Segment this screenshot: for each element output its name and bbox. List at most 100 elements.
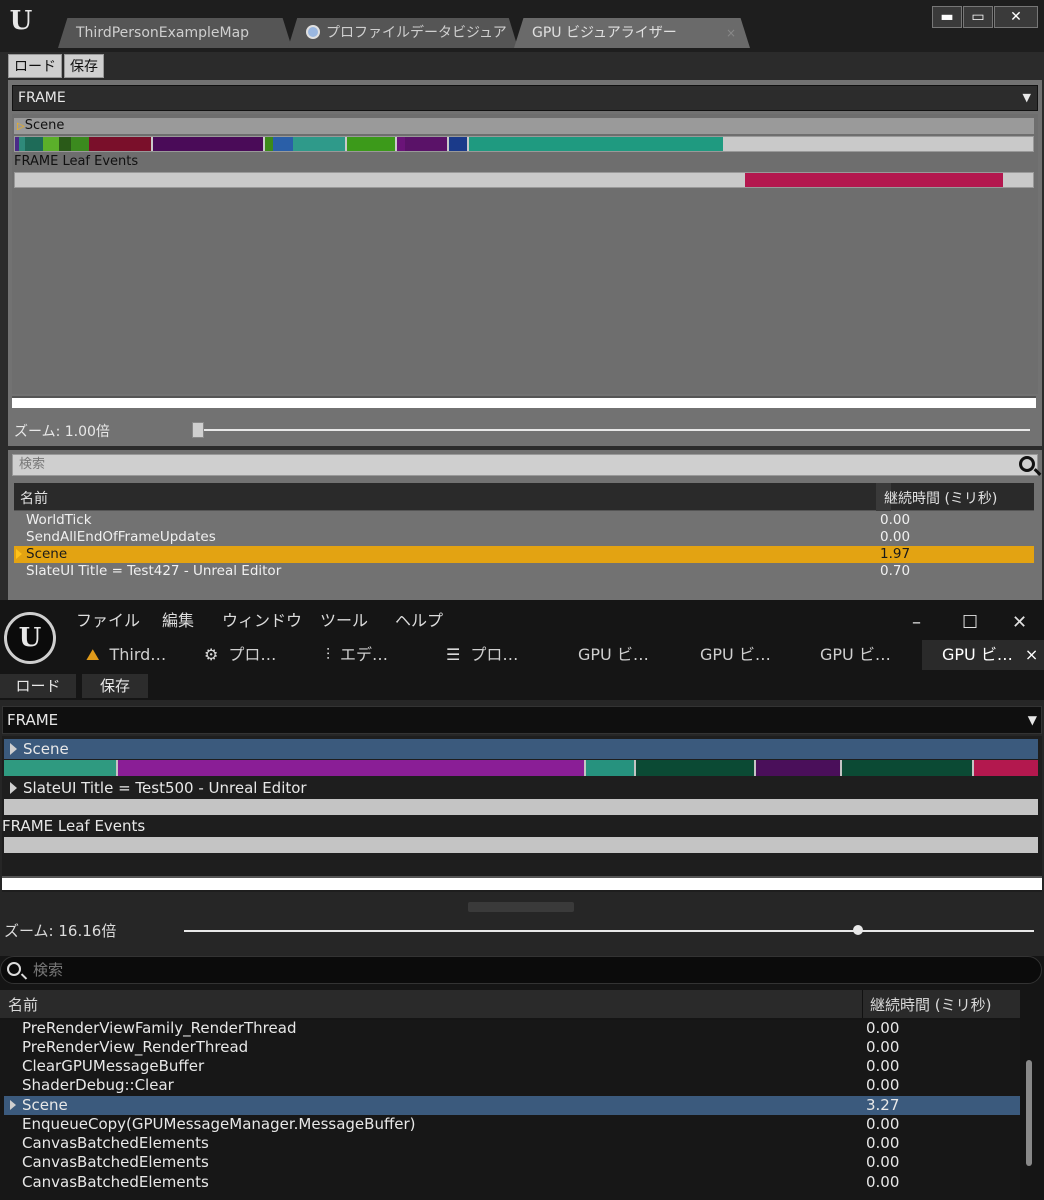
frame-combo-value: FRAME [7, 711, 59, 729]
event-segment[interactable] [449, 137, 467, 151]
close-button[interactable]: ✕ [994, 6, 1038, 28]
list-scrollbar[interactable] [1026, 1060, 1032, 1166]
menu-edit[interactable]: 編集 [162, 607, 194, 631]
load-button[interactable]: ロード [8, 54, 62, 78]
graph-scrollbar[interactable] [12, 396, 1036, 408]
row-duration: 0.00 [866, 1057, 900, 1075]
event-segment[interactable] [586, 760, 634, 776]
column-name-header[interactable]: 名前 [8, 994, 38, 1015]
table-row-selected[interactable]: Scene 3.27 [4, 1096, 1020, 1115]
event-segment[interactable] [25, 137, 43, 151]
tab-editor-settings[interactable]: ⫶ エデ… [326, 640, 388, 670]
leaf-events-bar[interactable] [4, 837, 1038, 853]
tab-profiler[interactable]: ⚙ プロ… [204, 640, 276, 670]
event-segment[interactable] [273, 137, 293, 151]
graph-scrollbar[interactable] [2, 876, 1042, 890]
expand-arrow-icon[interactable] [10, 1100, 16, 1110]
event-segment[interactable] [756, 760, 840, 776]
close-button[interactable]: ✕ [1012, 612, 1027, 633]
graph-row-leaf-label: FRAME Leaf Events [14, 154, 139, 169]
event-segment[interactable] [842, 760, 972, 776]
tab-profile-data-visualizer[interactable]: プロファイルデータビジュア [288, 18, 518, 48]
tab-gpu-visualizer[interactable]: GPU ビジュアライザー × [514, 18, 750, 48]
column-name-header[interactable]: 名前 [20, 488, 48, 508]
search-input[interactable]: 検索 [0, 956, 1042, 984]
maximize-button[interactable]: ▭ [963, 6, 993, 28]
zoom-slider-track[interactable] [196, 429, 1030, 431]
splitter-handle[interactable] [468, 902, 574, 912]
table-row-selected[interactable]: Scene 1.97 [14, 546, 1034, 563]
zoom-slider-thumb[interactable] [192, 422, 204, 438]
event-segment[interactable] [118, 760, 584, 776]
event-segment[interactable] [974, 760, 1038, 776]
event-segment[interactable] [397, 137, 405, 151]
search-placeholder: 検索 [33, 961, 64, 979]
event-graph[interactable]: Scene SlateUI Title = Test500 - Unreal E… [2, 736, 1042, 892]
scene-event-bar[interactable] [4, 760, 1038, 776]
event-segment[interactable] [4, 760, 116, 776]
leaf-events-bar[interactable] [14, 172, 1034, 188]
table-row[interactable]: PreRenderView_RenderThread 0.00 [4, 1038, 1020, 1057]
frame-combo[interactable]: FRAME ▼ [2, 706, 1042, 734]
tab-third-person[interactable]: ⛰ Third… [86, 640, 166, 670]
search-input[interactable]: 検索 [12, 454, 1038, 476]
table-row[interactable]: CanvasBatchedElements 0.00 [4, 1134, 1020, 1153]
event-segment[interactable] [43, 137, 59, 151]
tab-profile-visualizer[interactable]: ☰ プロ… [446, 640, 518, 670]
menu-help[interactable]: ヘルプ [395, 607, 443, 631]
graph-row-slateui[interactable]: SlateUI Title = Test500 - Unreal Editor [4, 778, 307, 798]
event-segment[interactable] [636, 760, 754, 776]
search-icon[interactable] [1019, 456, 1035, 472]
table-row[interactable]: SendAllEndOfFrameUpdates 0.00 [14, 529, 1034, 546]
tab-third-person-map[interactable]: ThirdPersonExampleMap [58, 18, 292, 48]
menu-file[interactable]: ファイル [76, 607, 140, 631]
graph-row-scene[interactable]: ▷Scene [14, 118, 1034, 134]
save-button[interactable]: 保存 [82, 674, 148, 698]
event-segment[interactable] [347, 137, 395, 151]
event-segment[interactable] [89, 137, 151, 151]
tab-gpu-visualizer-active[interactable]: GPU ビ… × [922, 640, 1044, 670]
menu-tools[interactable]: ツール [320, 607, 368, 631]
column-duration-header[interactable]: 継続時間 (ミリ秒) [870, 994, 991, 1015]
event-segment[interactable] [59, 137, 71, 151]
event-graph[interactable]: ▷Scene FRAME Leaf Events [12, 114, 1038, 394]
table-row[interactable]: EnqueueCopy(GPUMessageManager.MessageBuf… [4, 1115, 1020, 1134]
load-button[interactable]: ロード [0, 674, 76, 698]
event-segment[interactable] [405, 137, 447, 151]
table-row[interactable]: WorldTick 0.00 [14, 512, 1034, 529]
event-segment[interactable] [469, 137, 723, 151]
close-tab-icon[interactable]: × [1025, 645, 1038, 664]
frame-combo[interactable]: FRAME ▼ [12, 85, 1038, 111]
menu-window[interactable]: ウィンドウ [222, 607, 302, 631]
expand-arrow-icon[interactable] [16, 549, 22, 559]
slateui-event-bar[interactable] [4, 799, 1038, 815]
save-button[interactable]: 保存 [64, 54, 104, 78]
zoom-slider-track[interactable] [184, 930, 1034, 932]
table-row[interactable]: SlateUI Title = Test427 - Unreal Editor … [14, 563, 1034, 580]
table-row[interactable]: ClearGPUMessageBuffer 0.00 [4, 1057, 1020, 1076]
table-row[interactable]: CanvasBatchedElements 0.00 [4, 1173, 1020, 1192]
event-segment[interactable] [265, 137, 273, 151]
table-row[interactable]: ShaderDebug::Clear 0.00 [4, 1076, 1020, 1095]
maximize-button[interactable]: ☐ [962, 612, 978, 633]
zoom-slider-thumb[interactable] [853, 925, 863, 935]
chevron-down-icon: ▼ [1027, 713, 1037, 727]
tab-gpu-visualizer-3[interactable]: GPU ビ… [820, 640, 891, 670]
table-row[interactable]: CanvasBatchedElements 0.00 [4, 1153, 1020, 1172]
scene-event-bar[interactable] [14, 136, 1034, 152]
table-row[interactable]: PreRenderViewFamily_RenderThread 0.00 [4, 1019, 1020, 1038]
event-segment[interactable] [153, 137, 263, 151]
event-segment[interactable] [71, 137, 89, 151]
row-duration: 0.00 [866, 1019, 900, 1037]
event-segment[interactable] [745, 173, 1003, 187]
tab-gpu-visualizer-2[interactable]: GPU ビ… [700, 640, 771, 670]
column-divider[interactable] [862, 990, 863, 1018]
minimize-button[interactable]: – [912, 612, 921, 633]
tab-gpu-visualizer-1[interactable]: GPU ビ… [578, 640, 649, 670]
column-duration-header[interactable]: 継続時間 (ミリ秒) [884, 488, 997, 508]
unreal-logo-icon[interactable]: U [4, 612, 56, 664]
event-segment[interactable] [293, 137, 345, 151]
close-tab-icon[interactable]: × [726, 18, 736, 48]
graph-row-scene[interactable]: Scene [4, 739, 1038, 759]
minimize-button[interactable]: ▬ [932, 6, 962, 28]
